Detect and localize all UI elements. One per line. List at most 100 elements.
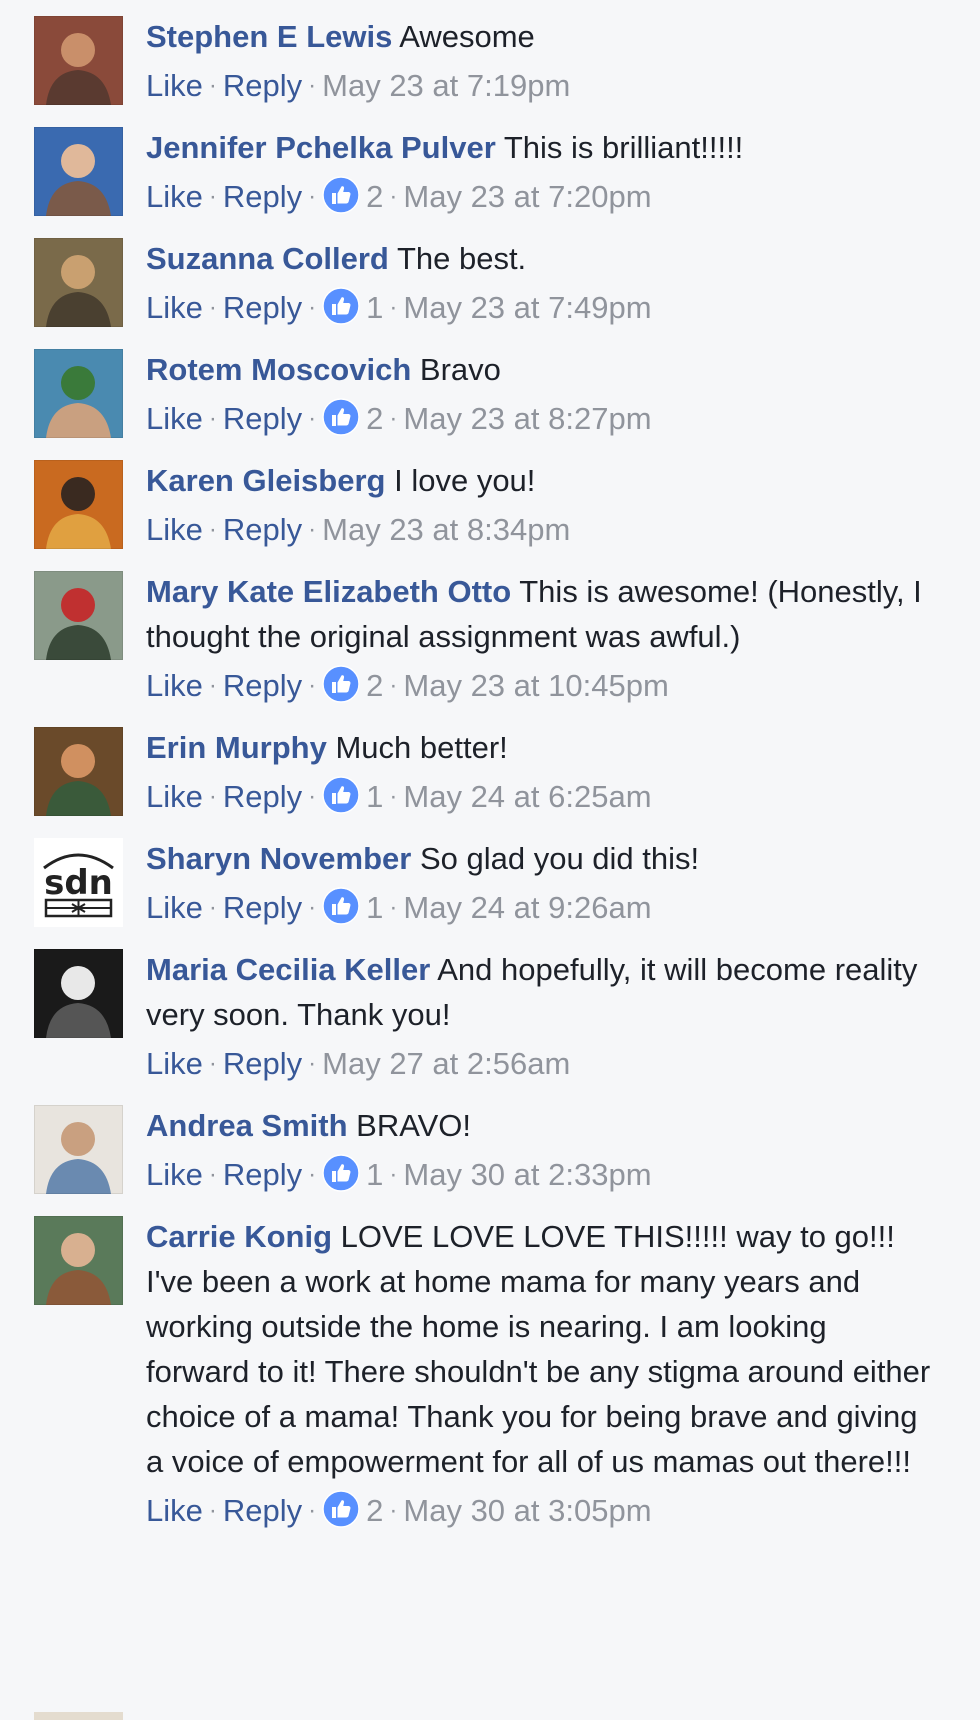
reaction-count[interactable]: 1 [366,890,383,925]
avatar[interactable] [34,1105,123,1194]
separator-dot: · [208,894,217,921]
profile-photo [34,1105,123,1194]
reaction-count[interactable]: 2 [366,668,383,703]
separator-dot: · [308,783,317,810]
like-thumbs-up-icon[interactable] [322,176,360,214]
reply-button[interactable]: Reply [223,1046,302,1081]
reaction-count[interactable]: 1 [366,779,383,814]
like-thumbs-up-icon[interactable] [322,776,360,814]
like-button[interactable]: Like [146,779,203,814]
comment-timestamp[interactable]: May 27 at 2:56am [322,1046,570,1081]
avatar[interactable] [34,727,123,816]
reply-button[interactable]: Reply [223,68,302,103]
comment-author-link[interactable]: Sharyn November [146,841,411,876]
like-button[interactable]: Like [146,512,203,547]
profile-photo [34,1216,123,1305]
comment-timestamp[interactable]: May 23 at 7:49pm [403,290,651,325]
comment-author-link[interactable]: Andrea Smith [146,1108,348,1143]
like-thumbs-up-icon[interactable] [322,887,360,925]
comment-author-link[interactable]: Suzanna Collerd [146,241,389,276]
like-thumbs-up-icon[interactable] [322,1154,360,1192]
comment-timestamp[interactable]: May 23 at 7:19pm [322,68,570,103]
comment-author-link[interactable]: Rotem Moscovich [146,352,411,387]
comment-timestamp[interactable]: May 24 at 9:26am [403,890,651,925]
avatar[interactable] [34,349,123,438]
comment-list: Stephen E Lewis Awesome Like · Reply · May 23… [0,16,980,1554]
comment-text: Bravo [419,352,501,387]
comment-author-link[interactable]: Karen Gleisberg [146,463,385,498]
reply-button[interactable]: Reply [223,512,302,547]
profile-photo [34,16,123,105]
avatar[interactable] [34,127,123,216]
reaction-count[interactable]: 2 [366,179,383,214]
separator-dot: · [308,183,317,210]
like-button[interactable]: Like [146,68,203,103]
like-thumbs-up-icon[interactable] [322,665,360,703]
reply-button[interactable]: Reply [223,1493,302,1528]
comment-timestamp[interactable]: May 23 at 8:27pm [403,401,651,436]
reply-button[interactable]: Reply [223,779,302,814]
comment-actions: Like · Reply · May 23 at 8:34pm [146,505,932,558]
avatar[interactable] [34,238,123,327]
like-button[interactable]: Like [146,1046,203,1081]
avatar[interactable] [34,1216,123,1305]
avatar[interactable] [34,16,123,105]
separator-dot: · [308,1050,317,1077]
sdn-logo-avatar: sdn [34,838,123,927]
reply-button[interactable]: Reply [223,668,302,703]
comment-timestamp[interactable]: May 30 at 2:33pm [403,1157,651,1192]
avatar[interactable] [34,571,123,660]
reply-button[interactable]: Reply [223,1157,302,1192]
comment-timestamp[interactable]: May 23 at 8:34pm [322,512,570,547]
like-button[interactable]: Like [146,890,203,925]
comment-item: sdn Sharyn November So glad you did this!… [0,836,980,936]
comment-timestamp[interactable]: May 30 at 3:05pm [403,1493,651,1528]
comment-timestamp[interactable]: May 24 at 6:25am [403,779,651,814]
like-thumbs-up-icon[interactable] [322,287,360,325]
like-thumbs-up-icon[interactable] [322,1490,360,1528]
comment-author-link[interactable]: Maria Cecilia Keller [146,952,430,987]
separator-dot: · [208,294,217,321]
reply-button[interactable]: Reply [223,290,302,325]
reply-button[interactable]: Reply [223,401,302,436]
like-button[interactable]: Like [146,179,203,214]
comment-timestamp[interactable]: May 23 at 7:20pm [403,179,651,214]
separator-dot: · [308,1161,317,1188]
like-button[interactable]: Like [146,668,203,703]
like-button[interactable]: Like [146,401,203,436]
comment-actions: Like · Reply · 1 · May 30 at 2:33pm [146,1150,932,1203]
comment-body: Stephen E Lewis Awesome [146,14,932,59]
reaction-count[interactable]: 1 [366,1157,383,1192]
comment-body: Jennifer Pchelka Pulver This is brillian… [146,125,932,170]
avatar[interactable] [34,460,123,549]
reaction-count[interactable]: 2 [366,401,383,436]
comment-actions: Like · Reply · 1 · May 24 at 9:26am [146,883,932,936]
separator-dot: · [208,1050,217,1077]
profile-photo [34,571,123,660]
comment-author-link[interactable]: Carrie Konig [146,1219,332,1254]
comment-item: Andrea Smith BRAVO! Like · Reply · 1 · May 30 a… [0,1103,980,1203]
comment-author-link[interactable]: Stephen E Lewis [146,19,392,54]
like-button[interactable]: Like [146,290,203,325]
avatar[interactable] [34,949,123,1038]
avatar[interactable]: sdn [34,838,123,927]
like-thumbs-up-icon[interactable] [322,398,360,436]
separator-dot: · [208,72,217,99]
like-button[interactable]: Like [146,1493,203,1528]
comment-author-link[interactable]: Mary Kate Elizabeth Otto [146,574,511,609]
reaction-count[interactable]: 1 [366,290,383,325]
comment-author-link[interactable]: Jennifer Pchelka Pulver [146,130,496,165]
reaction-count[interactable]: 2 [366,1493,383,1528]
comment-item: Jennifer Pchelka Pulver This is brillian… [0,125,980,225]
separator-dot: · [389,405,398,432]
like-button[interactable]: Like [146,1157,203,1192]
comment-actions: Like · Reply · 1 · May 24 at 6:25am [146,772,932,825]
reply-button[interactable]: Reply [223,890,302,925]
separator-dot: · [389,183,398,210]
reply-button[interactable]: Reply [223,179,302,214]
next-comment-avatar[interactable] [34,1712,123,1720]
comment-timestamp[interactable]: May 23 at 10:45pm [403,668,668,703]
comment-author-link[interactable]: Erin Murphy [146,730,327,765]
separator-dot: · [308,894,317,921]
comment-text: Awesome [399,19,535,54]
